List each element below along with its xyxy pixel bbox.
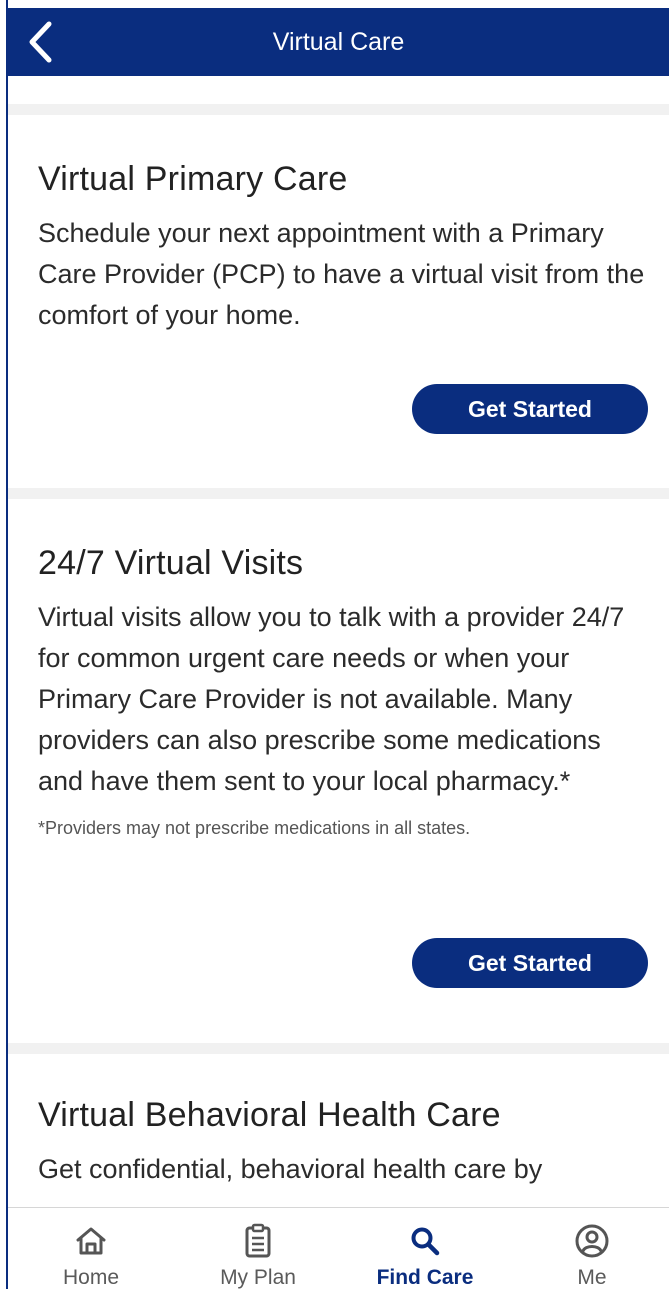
card-title: Virtual Behavioral Health Care: [38, 1096, 501, 1134]
tab-find-care[interactable]: Find Care: [350, 1208, 500, 1290]
home-icon: [74, 1222, 108, 1260]
virtual-visits-get-started-button[interactable]: Get Started: [412, 938, 648, 988]
tab-label: Me: [577, 1266, 607, 1289]
card-title: Virtual Primary Care: [38, 160, 348, 198]
tab-home[interactable]: Home: [16, 1208, 166, 1290]
behavioral-health-card: Virtual Behavioral Health Care Get confi…: [38, 1096, 649, 1190]
section-divider: [8, 488, 669, 499]
card-title: 24/7 Virtual Visits: [38, 544, 304, 582]
clipboard-icon: [244, 1222, 272, 1260]
tab-label: Home: [62, 1266, 120, 1289]
tab-label: Find Care: [376, 1266, 474, 1289]
virtual-primary-care-card: Virtual Primary Care Schedule your next …: [38, 160, 649, 336]
section-divider: [8, 1043, 669, 1054]
virtual-visits-card: 24/7 Virtual Visits Virtual visits allow…: [38, 544, 649, 840]
primary-care-get-started-button[interactable]: Get Started: [412, 384, 648, 434]
page-title: Virtual Care: [272, 27, 405, 56]
left-border: [0, 0, 8, 1289]
tab-my-plan[interactable]: My Plan: [183, 1208, 333, 1290]
tab-me[interactable]: Me: [517, 1208, 667, 1290]
bottom-tab-bar: Home My Plan Find Care Me: [8, 1207, 669, 1290]
section-divider: [8, 104, 669, 115]
profile-icon: [574, 1222, 610, 1260]
search-icon: [409, 1222, 441, 1260]
tab-label: My Plan: [220, 1266, 296, 1289]
app-header: Virtual Care: [8, 8, 669, 76]
card-description: Get confidential, behavioral health care…: [38, 1154, 543, 1184]
card-description: Schedule your next appointment with a Pr…: [38, 218, 645, 330]
chevron-left-icon: [29, 21, 52, 63]
card-description: Virtual visits allow you to talk with a …: [38, 602, 625, 796]
back-button[interactable]: [18, 18, 62, 66]
card-footnote: *Providers may not prescribe medications…: [38, 818, 471, 838]
